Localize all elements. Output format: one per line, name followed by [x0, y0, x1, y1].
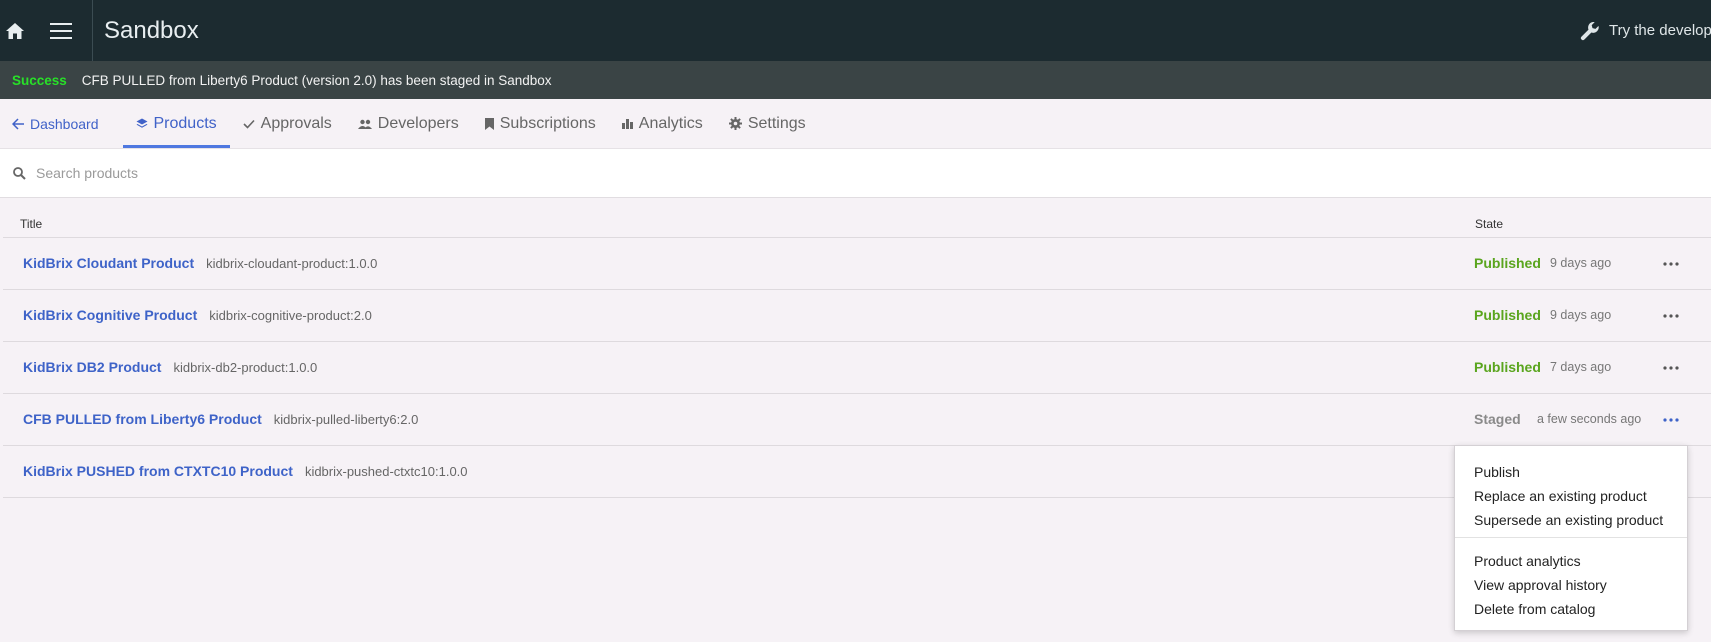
top-bar: Sandbox Try the developer portal	[0, 0, 1711, 61]
product-link[interactable]: CFB PULLED from Liberty6 Product kidbrix-…	[23, 411, 418, 427]
menu-item-delete-from-catalog[interactable]: Delete from catalog	[1474, 601, 1595, 617]
table-row: KidBrix Cloudant Product kidbrix-cloudant…	[3, 238, 1711, 290]
product-time: 9 days ago	[1550, 256, 1612, 270]
search-bar	[0, 148, 1711, 198]
product-link[interactable]: KidBrix Cloudant Product kidbrix-cloudant…	[23, 255, 377, 271]
tab-subscriptions[interactable]: Subscriptions	[472, 99, 609, 148]
arrow-left-icon	[12, 117, 24, 130]
more-horizontal-icon	[1663, 314, 1679, 318]
bookmark-icon	[484, 117, 494, 130]
menu-item-publish[interactable]: Publish	[1474, 464, 1520, 480]
notification-message: CFB PULLED from Liberty6 Product (versio…	[81, 72, 552, 88]
home-button[interactable]	[0, 0, 30, 61]
tab-products[interactable]: Products	[122, 99, 230, 148]
tab-developers-label: Developers	[377, 114, 459, 132]
product-state: Published	[1474, 307, 1541, 323]
people-icon	[357, 119, 372, 129]
tab-products-label: Products	[153, 114, 217, 132]
product-link[interactable]: KidBrix DB2 Product kidbrix-db2-product:1…	[23, 359, 317, 375]
search-input[interactable]	[36, 165, 636, 181]
row-actions-button[interactable]	[1659, 408, 1683, 432]
menu-item-view-approval-history[interactable]: View approval history	[1474, 577, 1607, 593]
page-title: Sandbox	[104, 16, 199, 44]
menu-item-supersede-product[interactable]: Supersede an existing product	[1474, 512, 1663, 528]
product-name: CFB PULLED from Liberty6 Product	[23, 411, 262, 427]
product-id: kidbrix-pushed-ctxtc10:1.0.0	[304, 464, 468, 479]
product-id: kidbrix-pulled-liberty6:2.0	[273, 412, 419, 427]
tab-settings-label: Settings	[747, 114, 806, 132]
product-name: KidBrix Cloudant Product	[23, 255, 195, 271]
row-actions-button[interactable]	[1659, 356, 1683, 380]
tab-developers[interactable]: Developers	[345, 99, 472, 148]
row-actions-button[interactable]	[1659, 252, 1683, 276]
bar-chart-icon	[621, 118, 633, 129]
product-id: kidbrix-cognitive-product:2.0	[209, 308, 372, 323]
tab-dashboard-label: Dashboard	[30, 115, 99, 132]
layers-icon	[136, 118, 148, 130]
menu-item-replace-product[interactable]: Replace an existing product	[1474, 488, 1647, 504]
nav-tabs: Dashboard Products Approvals Developers …	[0, 99, 1711, 148]
product-time: 9 days ago	[1550, 308, 1612, 322]
table-row: KidBrix DB2 Product kidbrix-db2-product:1…	[3, 342, 1711, 394]
tab-dashboard[interactable]: Dashboard	[0, 99, 123, 148]
menu-item-product-analytics[interactable]: Product analytics	[1474, 553, 1581, 569]
gear-icon	[728, 117, 742, 130]
tab-analytics-label: Analytics	[638, 114, 703, 132]
more-horizontal-icon	[1663, 366, 1679, 370]
column-title: Title	[20, 217, 43, 231]
table-row: CFB PULLED from Liberty6 Product kidbrix-…	[3, 394, 1711, 446]
tab-settings[interactable]: Settings	[716, 99, 819, 148]
tab-subscriptions-label: Subscriptions	[499, 114, 596, 132]
product-time: 7 days ago	[1550, 360, 1612, 374]
product-state: Published	[1474, 359, 1541, 375]
product-name: KidBrix PUSHED from CTXTC10 Product	[23, 463, 293, 479]
row-actions-menu: Publish Replace an existing product Supe…	[1454, 445, 1688, 631]
status-badge: Success	[12, 72, 67, 88]
tab-approvals[interactable]: Approvals	[230, 99, 345, 148]
product-state: Staged	[1474, 411, 1521, 427]
table-header: Title State	[3, 198, 1711, 238]
menu-button[interactable]	[30, 0, 92, 61]
more-horizontal-icon	[1663, 262, 1679, 266]
product-id: kidbrix-db2-product:1.0.0	[173, 360, 318, 375]
product-link[interactable]: KidBrix PUSHED from CTXTC10 Product kidbr…	[23, 463, 468, 479]
wrench-icon	[1580, 21, 1599, 40]
tab-approvals-label: Approvals	[260, 114, 332, 132]
product-time: a few seconds ago	[1537, 412, 1642, 426]
try-developer-portal-label: Try the developer portal	[1609, 22, 1711, 39]
notification-banner: Success CFB PULLED from Liberty6 Product…	[0, 61, 1711, 99]
home-icon	[6, 22, 24, 39]
table-row: KidBrix Cognitive Product kidbrix-cogniti…	[3, 290, 1711, 342]
check-icon	[243, 119, 255, 129]
column-state: State	[1475, 217, 1504, 231]
product-state: Published	[1474, 255, 1541, 271]
row-actions-button[interactable]	[1659, 304, 1683, 328]
header-divider	[92, 0, 93, 61]
product-name: KidBrix Cognitive Product	[23, 307, 198, 323]
tab-analytics[interactable]: Analytics	[609, 99, 716, 148]
try-developer-portal-link[interactable]: Try the developer portal	[1579, 0, 1711, 61]
product-name: KidBrix DB2 Product	[23, 359, 162, 375]
search-icon	[13, 166, 26, 180]
menu-divider	[1455, 537, 1687, 538]
hamburger-icon	[50, 22, 72, 39]
more-horizontal-icon	[1663, 418, 1679, 422]
product-id: kidbrix-cloudant-product:1.0.0	[206, 256, 378, 271]
product-link[interactable]: KidBrix Cognitive Product kidbrix-cogniti…	[23, 307, 372, 323]
